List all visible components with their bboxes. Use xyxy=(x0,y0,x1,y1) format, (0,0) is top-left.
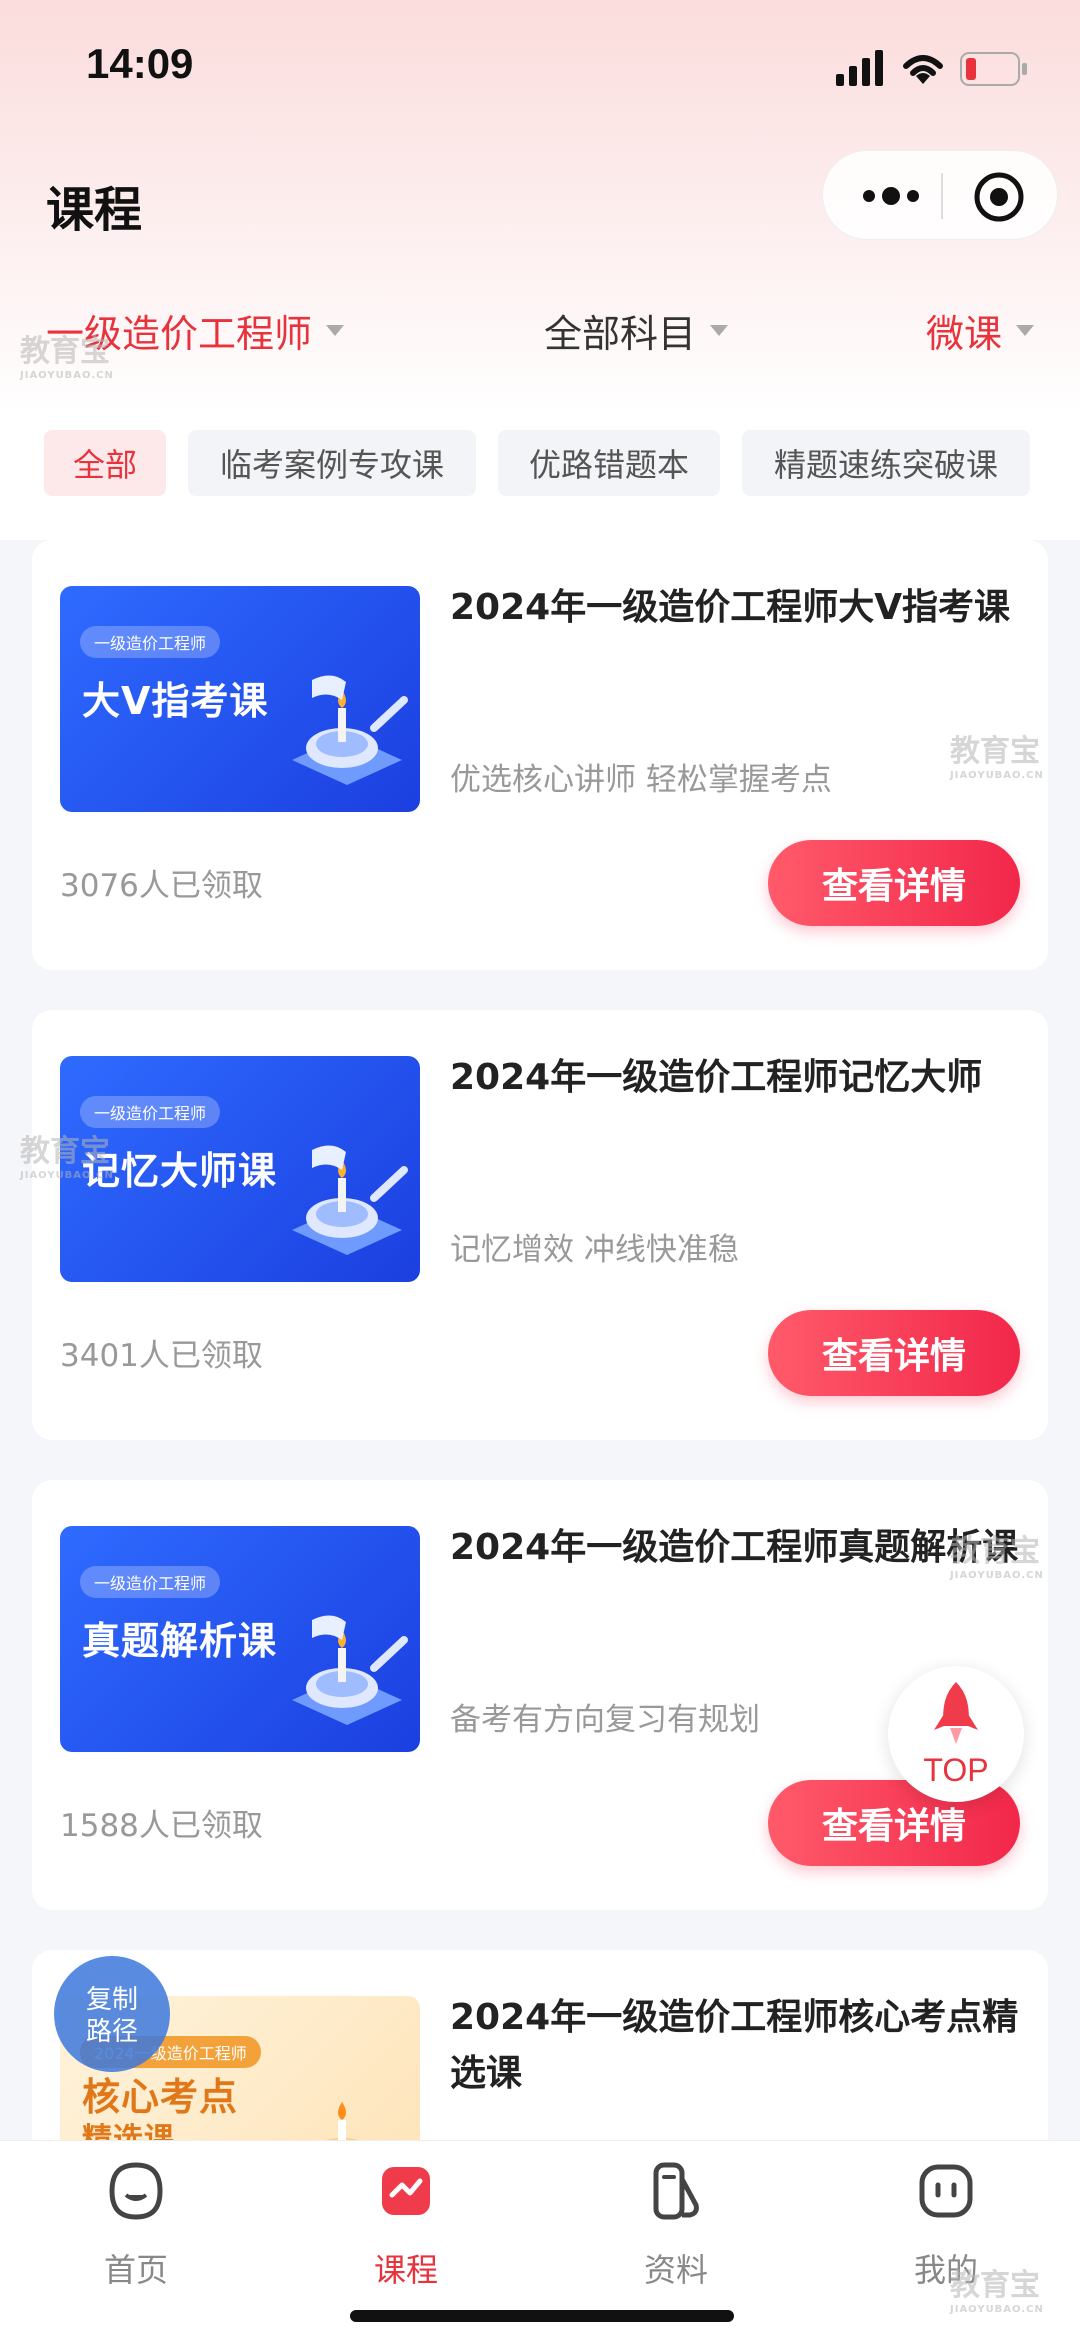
tabbar-label-course: 课程 xyxy=(373,2251,438,2289)
type-filter-label: 微课 xyxy=(926,311,1003,356)
thumbnail-title: 真题解析课 xyxy=(82,1619,278,1663)
course-card[interactable]: 一级造价工程师 真题解析课 2024年一级造价工程师真题解析课 备考有方向复习有… xyxy=(32,1480,1048,1910)
tab-quick-practice[interactable]: 精题速练突破课 xyxy=(742,430,1030,496)
type-filter[interactable]: 微课 xyxy=(926,290,1035,370)
watermark-en: JIAOYUBAO.CN xyxy=(950,770,1044,781)
watermark-cn: 教育宝 xyxy=(950,1534,1040,1569)
caret-down-icon xyxy=(710,324,729,336)
subject-filter-label: 全部科目 xyxy=(544,311,697,356)
tab-wrong-questions[interactable]: 优路错题本 xyxy=(498,430,720,496)
course-subtitle: 备考有方向复习有规划 xyxy=(450,1702,760,1738)
nav-bar: 课程 xyxy=(0,140,1080,260)
page-title: 课程 xyxy=(46,182,143,238)
candle-illustration-icon xyxy=(292,675,408,785)
watermark-cn: 教育宝 xyxy=(20,334,110,369)
filter-row: 一级造价工程师 全部科目 微课 xyxy=(0,290,1080,370)
course-title[interactable]: 2024年一级造价工程师核心考点精选课 xyxy=(450,1990,1030,2102)
course-card[interactable]: 一级造价工程师 大V指考课 2024年一级造价工程师大V指考课 优选核心讲师 轻… xyxy=(32,540,1048,970)
view-details-button[interactable]: 查看详情 xyxy=(768,1310,1020,1396)
category-tabs: 全部 临考案例专攻课 优路错题本 精题速练突破课 xyxy=(0,410,1080,540)
profile-icon xyxy=(919,2164,973,2218)
status-bar: 14:09 xyxy=(0,0,1080,140)
course-card[interactable]: 一级造价工程师 记忆大师课 2024年一级造价工程师记忆大师 记忆增效 冲线快准… xyxy=(32,1010,1048,1440)
course-thumbnail[interactable]: 一级造价工程师 大V指考课 xyxy=(60,586,420,812)
enroll-count: 3401人已领取 xyxy=(60,1338,263,1374)
back-to-top-label: TOP xyxy=(923,1752,989,1788)
home-icon xyxy=(109,2162,163,2220)
course-thumbnail[interactable]: 一级造价工程师 真题解析课 xyxy=(60,1526,420,1752)
course-card[interactable]: 2024一级造价工程师 核心考点 精选课 2024年一级造价工程师核心考点精选课 xyxy=(32,1950,1048,2140)
watermark: 教育宝 JIAOYUBAO.CN xyxy=(950,726,1044,781)
tabbar-item-materials[interactable]: 资料 xyxy=(596,2159,756,2309)
bottom-tab-bar: 首页 课程 资料 我的 xyxy=(0,2140,1080,2337)
watermark-en: JIAOYUBAO.CN xyxy=(950,2304,1044,2315)
thumbnail-title: 大V指考课 xyxy=(82,679,269,723)
course-title[interactable]: 2024年一级造价工程师真题解析课 xyxy=(450,1520,1030,1576)
rocket-icon xyxy=(934,1682,978,1744)
watermark: 教育宝 JIAOYUBAO.CN xyxy=(20,1126,114,1181)
caret-down-icon xyxy=(326,324,345,336)
candle-illustration-icon xyxy=(292,1145,408,1255)
thumbnail-tag: 一级造价工程师 xyxy=(80,1566,221,1598)
enroll-count: 1588人已领取 xyxy=(60,1808,263,1844)
mini-program-capsule xyxy=(822,150,1058,240)
caret-down-icon xyxy=(1016,324,1035,336)
tabbar-item-home[interactable]: 首页 xyxy=(56,2159,216,2309)
thumbnail-tag: 一级造价工程师 xyxy=(80,1096,221,1128)
close-target-icon[interactable] xyxy=(971,169,1027,225)
view-details-button[interactable]: 查看详情 xyxy=(768,840,1020,926)
course-icon xyxy=(382,2167,430,2215)
back-to-top-button[interactable]: TOP xyxy=(888,1666,1024,1802)
copy-path-label-1: 复制 xyxy=(85,1985,138,2015)
thumbnail-title-line2: 精选课 xyxy=(82,2122,175,2140)
thumbnail-tag: 一级造价工程师 xyxy=(80,626,221,658)
watermark-cn: 教育宝 xyxy=(950,734,1040,769)
more-icon[interactable] xyxy=(851,171,931,221)
status-time: 14:09 xyxy=(86,40,194,87)
thumbnail-title: 核心考点 xyxy=(82,2075,239,2119)
course-thumbnail[interactable]: 一级造价工程师 记忆大师课 xyxy=(60,1056,420,1282)
course-subtitle: 记忆增效 冲线快准稳 xyxy=(450,1232,739,1268)
copy-path-button[interactable]: 复制 路径 xyxy=(54,1956,170,2072)
wifi-icon xyxy=(903,55,943,84)
capsule-divider xyxy=(941,173,943,219)
enroll-count: 3076人已领取 xyxy=(60,868,263,904)
signal-icon xyxy=(836,50,883,86)
subject-filter[interactable]: 全部科目 xyxy=(544,290,729,370)
watermark-cn: 教育宝 xyxy=(950,2268,1040,2303)
course-subtitle: 优选核心讲师 轻松掌握考点 xyxy=(450,762,832,798)
battery-low-icon xyxy=(960,52,1027,86)
watermark: 教育宝 JIAOYUBAO.CN xyxy=(950,2260,1044,2315)
tab-all[interactable]: 全部 xyxy=(44,430,166,496)
tab-exam-case[interactable]: 临考案例专攻课 xyxy=(188,430,476,496)
tabbar-item-course[interactable]: 课程 xyxy=(326,2159,486,2309)
watermark-en: JIAOYUBAO.CN xyxy=(20,1170,114,1181)
materials-icon xyxy=(653,2162,699,2220)
course-title[interactable]: 2024年一级造价工程师记忆大师 xyxy=(450,1050,1030,1106)
watermark: 教育宝 JIAOYUBAO.CN xyxy=(20,326,114,381)
course-list[interactable]: 一级造价工程师 大V指考课 2024年一级造价工程师大V指考课 优选核心讲师 轻… xyxy=(0,540,1080,2140)
candle-illustration-icon xyxy=(325,2102,359,2140)
tabbar-label-home: 首页 xyxy=(103,2251,168,2289)
watermark-en: JIAOYUBAO.CN xyxy=(20,370,114,381)
watermark: 教育宝 JIAOYUBAO.CN xyxy=(950,1526,1044,1581)
watermark-en: JIAOYUBAO.CN xyxy=(950,1570,1044,1581)
course-title[interactable]: 2024年一级造价工程师大V指考课 xyxy=(450,580,1030,636)
candle-illustration-icon xyxy=(292,1615,408,1725)
home-indicator xyxy=(350,2310,734,2322)
copy-path-label-2: 路径 xyxy=(85,2017,138,2047)
tabbar-label-materials: 资料 xyxy=(643,2251,708,2289)
watermark-cn: 教育宝 xyxy=(20,1134,110,1169)
